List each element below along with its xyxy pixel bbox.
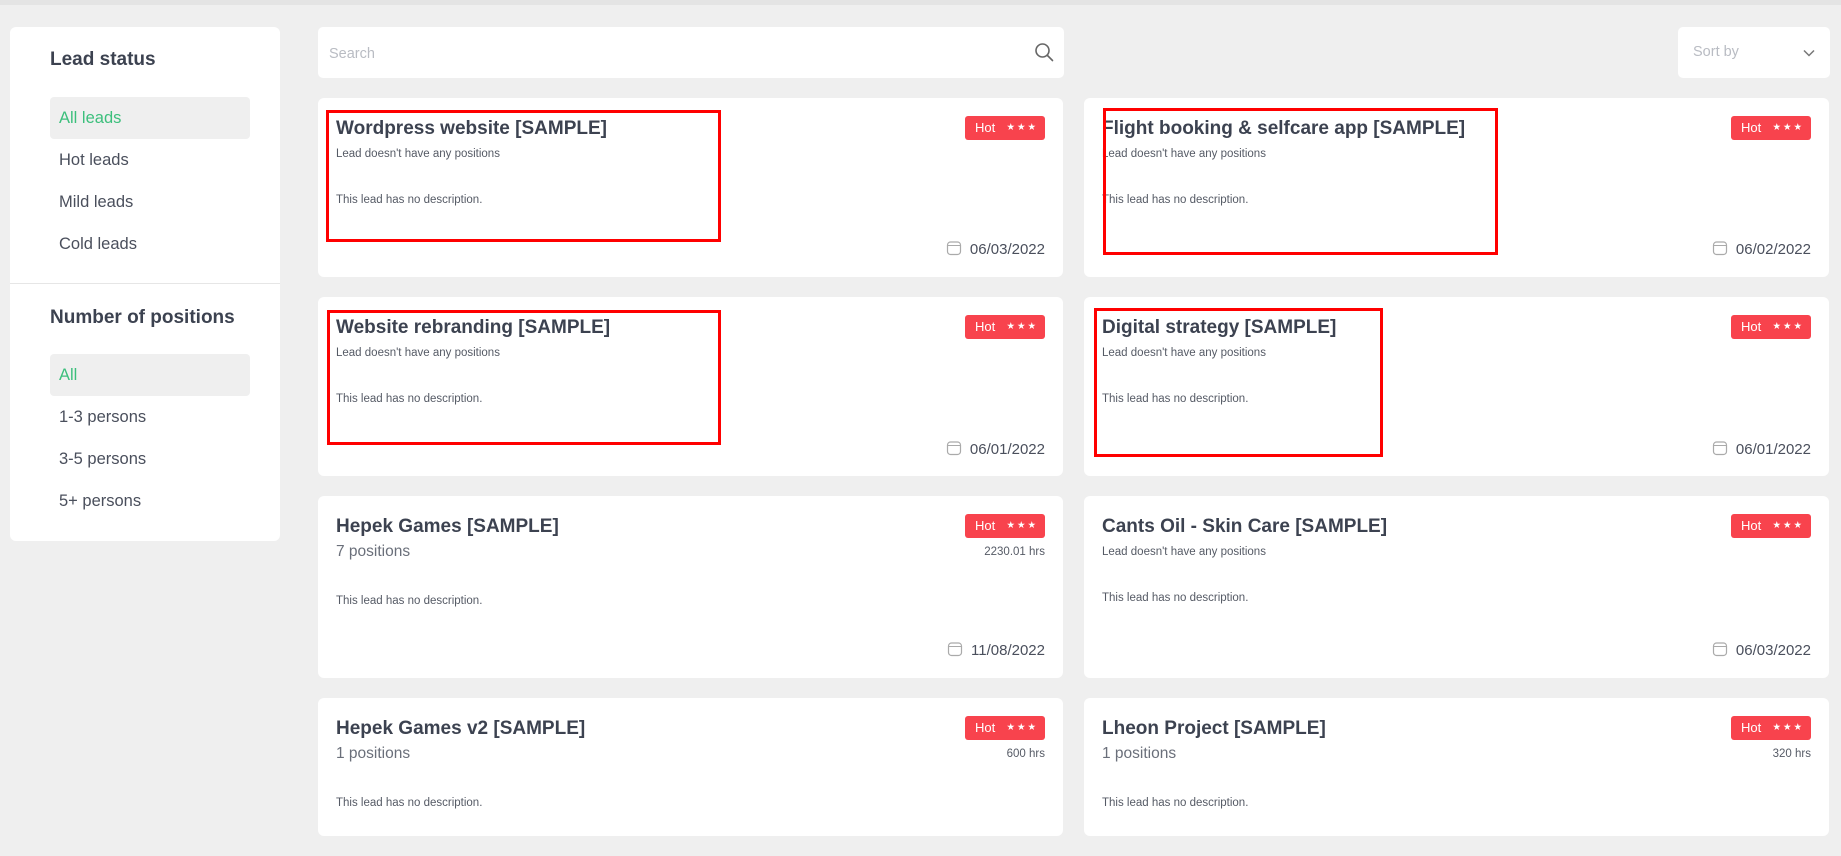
badge-label: Hot: [975, 319, 996, 334]
filter-mild-leads[interactable]: Mild leads: [50, 181, 250, 223]
lead-date: 06/02/2022: [1712, 240, 1811, 258]
lead-hours: 320 hrs: [1772, 748, 1811, 760]
badge-label: Hot: [1741, 518, 1762, 533]
lead-card[interactable]: Flight booking & selfcare app [SAMPLE] L…: [1084, 98, 1829, 277]
lead-title[interactable]: Wordpress website [SAMPLE]: [336, 118, 607, 140]
star-icon: ★★★: [1772, 122, 1804, 133]
star-icon: ★★★: [1772, 722, 1804, 733]
lead-card[interactable]: Wordpress website [SAMPLE] Lead doesn't …: [318, 98, 1063, 277]
lead-positions: Lead doesn't have any positions: [1102, 148, 1266, 160]
lead-date-text: 06/02/2022: [1735, 241, 1811, 258]
calendar-icon: [1712, 642, 1728, 657]
lead-date: 06/03/2022: [1712, 641, 1811, 659]
top-bar: [0, 0, 1841, 5]
lead-card[interactable]: Cants Oil - Skin Care [SAMPLE] Lead does…: [1084, 496, 1829, 678]
lead-status-list: All leads Hot leads Mild leads Cold lead…: [50, 97, 250, 265]
lead-title[interactable]: Digital strategy [SAMPLE]: [1102, 317, 1336, 339]
badge-label: Hot: [975, 720, 996, 735]
lead-description: This lead has no description.: [1102, 797, 1249, 809]
lead-date: 11/08/2022: [947, 641, 1045, 659]
lead-title[interactable]: Lheon Project [SAMPLE]: [1102, 718, 1326, 740]
star-icon: ★★★: [1006, 321, 1038, 332]
lead-hours: 600 hrs: [1006, 748, 1045, 760]
lead-title[interactable]: Hepek Games v2 [SAMPLE]: [336, 718, 585, 740]
lead-hours: 2230.01 hrs: [984, 546, 1045, 558]
lead-date-text: 06/01/2022: [969, 441, 1045, 458]
lead-description: This lead has no description.: [336, 797, 483, 809]
lead-positions: Lead doesn't have any positions: [1102, 546, 1266, 558]
lead-card[interactable]: Lheon Project [SAMPLE] 1 positions 320 h…: [1084, 698, 1829, 836]
lead-date: 06/01/2022: [1712, 440, 1811, 458]
filter-positions-all[interactable]: All: [50, 354, 250, 396]
calendar-icon: [947, 642, 963, 657]
search-input[interactable]: [327, 27, 1011, 80]
search-icon[interactable]: [1034, 42, 1054, 62]
badge-label: Hot: [975, 518, 996, 533]
filter-positions-1-3[interactable]: 1-3 persons: [50, 396, 250, 438]
hot-badge[interactable]: Hot ★★★: [1731, 716, 1811, 740]
sort-label: Sort by: [1693, 44, 1739, 60]
lead-title[interactable]: Cants Oil - Skin Care [SAMPLE]: [1102, 516, 1387, 538]
badge-label: Hot: [1741, 720, 1762, 735]
lead-description: This lead has no description.: [336, 393, 483, 405]
lead-description: This lead has no description.: [1102, 592, 1249, 604]
filter-positions-3-5[interactable]: 3-5 persons: [50, 438, 250, 480]
chevron-down-icon: [1803, 49, 1815, 57]
lead-date: 06/03/2022: [946, 240, 1045, 258]
lead-status-heading: Lead status: [50, 49, 156, 70]
calendar-icon: [1712, 441, 1728, 456]
lead-date-text: 06/03/2022: [969, 241, 1045, 258]
lead-description: This lead has no description.: [1102, 194, 1249, 206]
lead-positions: 1 positions: [336, 745, 411, 762]
lead-title[interactable]: Flight booking & selfcare app [SAMPLE]: [1102, 118, 1465, 140]
hot-badge[interactable]: Hot ★★★: [965, 315, 1045, 339]
search-box: [318, 27, 1064, 80]
lead-description: This lead has no description.: [1102, 393, 1249, 405]
hot-badge[interactable]: Hot ★★★: [965, 116, 1045, 140]
star-icon: ★★★: [1006, 520, 1038, 531]
hot-badge[interactable]: Hot ★★★: [965, 716, 1045, 740]
lead-card[interactable]: Hepek Games v2 [SAMPLE] 1 positions 600 …: [318, 698, 1063, 836]
lead-date-text: 06/03/2022: [1735, 642, 1811, 659]
hot-badge[interactable]: Hot ★★★: [965, 514, 1045, 538]
hot-badge[interactable]: Hot ★★★: [1731, 116, 1811, 140]
lead-date: 06/01/2022: [946, 440, 1045, 458]
lead-positions: Lead doesn't have any positions: [1102, 347, 1266, 359]
lead-card[interactable]: Hepek Games [SAMPLE] 7 positions 2230.01…: [318, 496, 1063, 678]
lead-positions: 1 positions: [1102, 745, 1177, 762]
calendar-icon: [946, 441, 962, 456]
hot-badge[interactable]: Hot ★★★: [1731, 315, 1811, 339]
star-icon: ★★★: [1006, 722, 1038, 733]
calendar-icon: [946, 241, 962, 256]
lead-positions: 7 positions: [336, 543, 411, 560]
filter-sidebar: Lead status All leads Hot leads Mild lea…: [10, 27, 280, 541]
badge-label: Hot: [975, 120, 996, 135]
lead-date-text: 06/01/2022: [1735, 441, 1811, 458]
star-icon: ★★★: [1772, 321, 1804, 332]
sort-dropdown[interactable]: Sort by: [1678, 27, 1830, 78]
lead-title[interactable]: Website rebranding [SAMPLE]: [336, 317, 610, 339]
calendar-icon: [1712, 241, 1728, 256]
lead-positions: Lead doesn't have any positions: [336, 148, 500, 160]
lead-description: This lead has no description.: [336, 595, 483, 607]
badge-label: Hot: [1741, 319, 1762, 334]
positions-list: All 1-3 persons 3-5 persons 5+ persons: [50, 354, 250, 522]
lead-date-text: 11/08/2022: [971, 642, 1045, 659]
star-icon: ★★★: [1772, 520, 1804, 531]
filter-all-leads[interactable]: All leads: [50, 97, 250, 139]
filter-cold-leads[interactable]: Cold leads: [50, 223, 250, 265]
star-icon: ★★★: [1006, 122, 1038, 133]
badge-label: Hot: [1741, 120, 1762, 135]
lead-positions: Lead doesn't have any positions: [336, 347, 500, 359]
lead-title[interactable]: Hepek Games [SAMPLE]: [336, 516, 559, 538]
sidebar-divider: [10, 283, 280, 284]
lead-card[interactable]: Digital strategy [SAMPLE] Lead doesn't h…: [1084, 297, 1829, 476]
lead-card[interactable]: Website rebranding [SAMPLE] Lead doesn't…: [318, 297, 1063, 476]
filter-hot-leads[interactable]: Hot leads: [50, 139, 250, 181]
lead-description: This lead has no description.: [336, 194, 483, 206]
positions-heading: Number of positions: [50, 307, 235, 328]
hot-badge[interactable]: Hot ★★★: [1731, 514, 1811, 538]
filter-positions-5-plus[interactable]: 5+ persons: [50, 480, 250, 522]
